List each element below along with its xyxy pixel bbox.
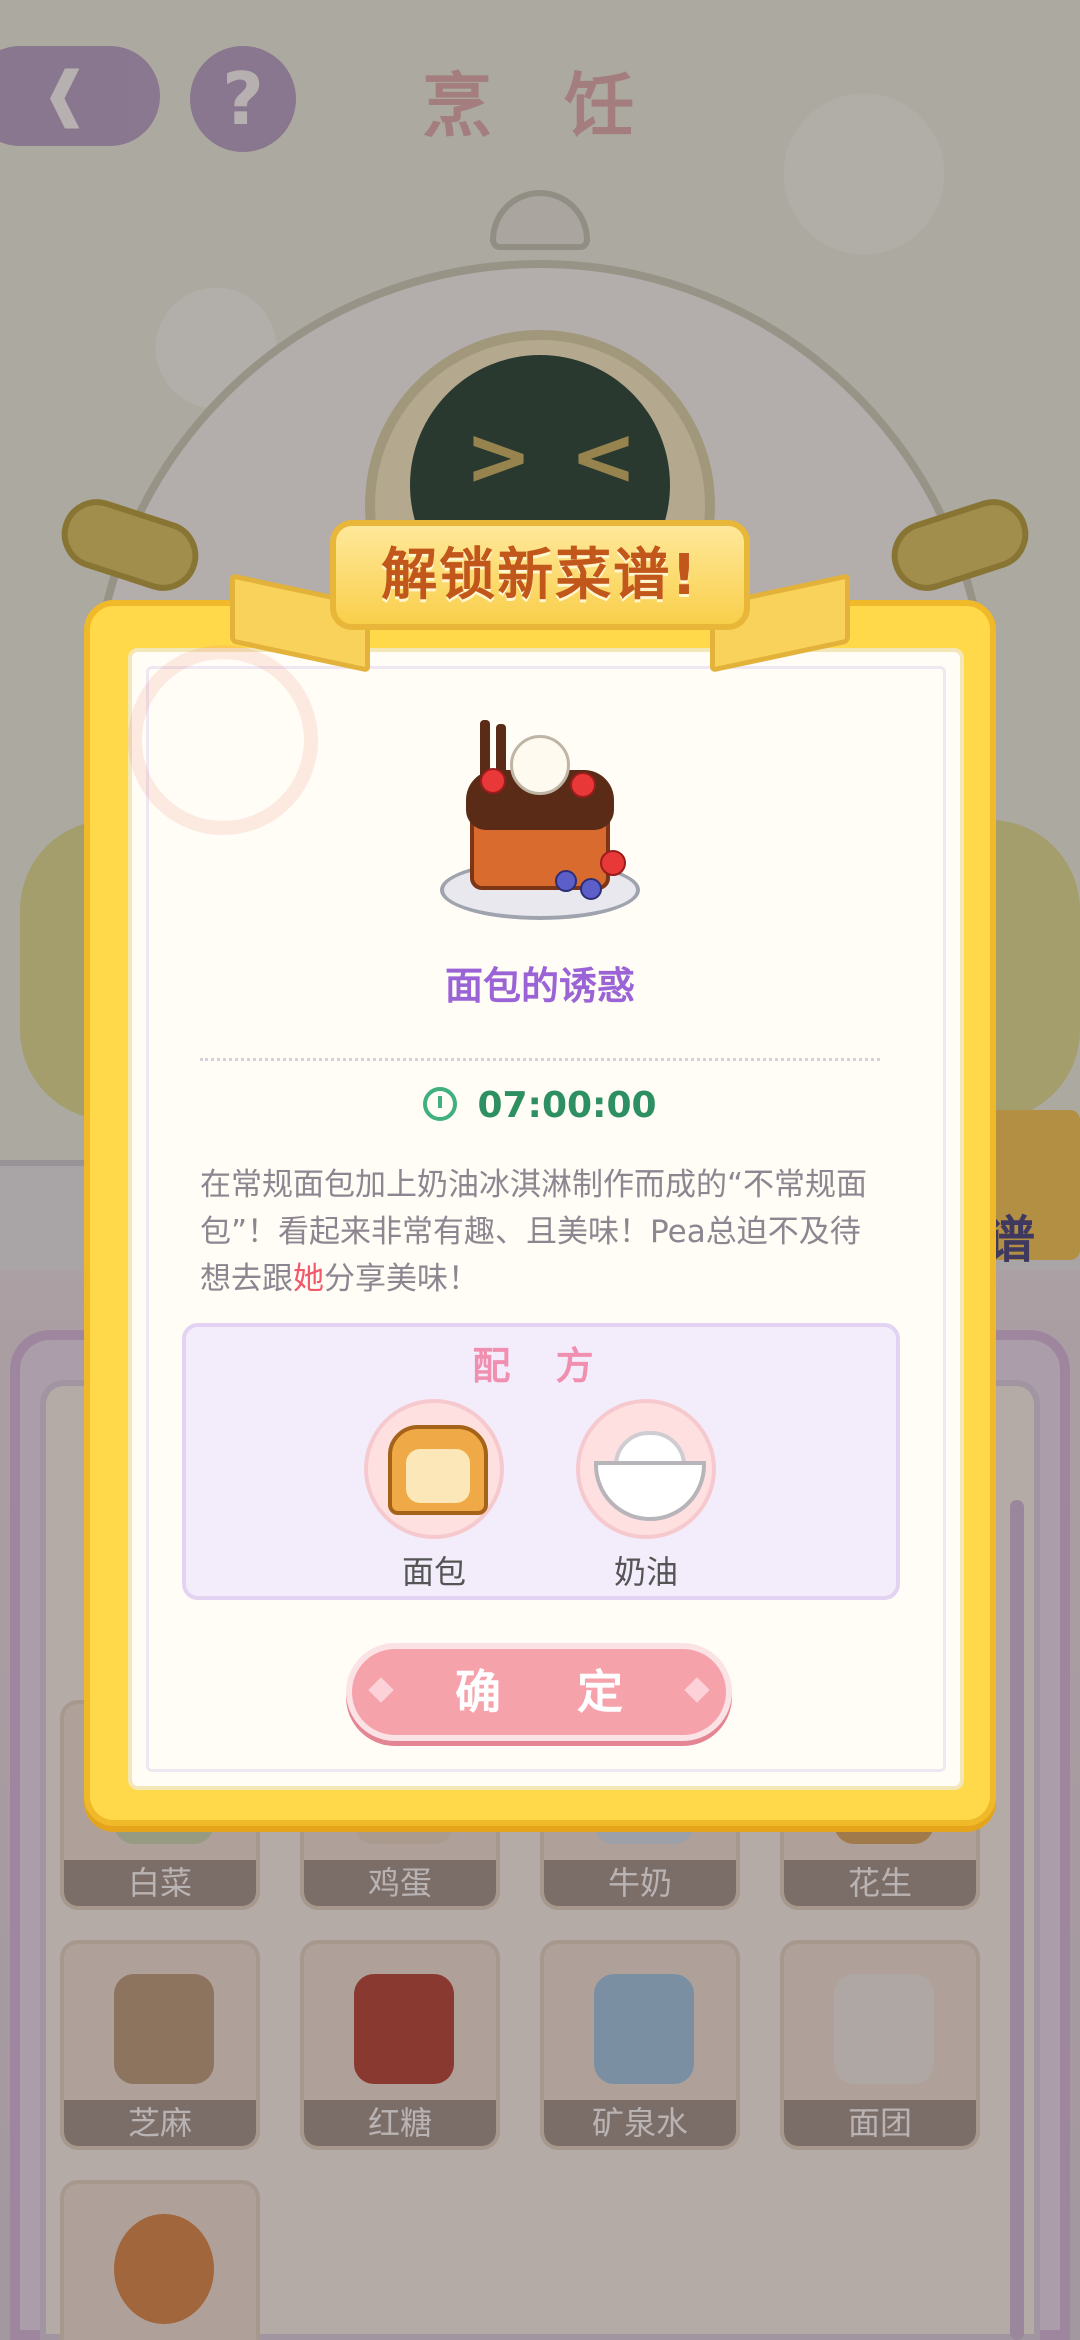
dish-cake-icon xyxy=(440,720,640,930)
cook-time-value: 07:00:00 xyxy=(477,1085,657,1126)
bowl-shape xyxy=(594,1461,706,1521)
unlock-banner: 解锁新菜谱! xyxy=(330,520,750,630)
ingredient-name: 奶油 xyxy=(613,1553,678,1591)
diamond-decor-icon xyxy=(368,1677,394,1703)
cook-time: 07:00:00 xyxy=(240,1085,840,1126)
clock-icon xyxy=(423,1087,458,1121)
divider xyxy=(200,1058,880,1061)
confirm-button[interactable]: 确 定 xyxy=(346,1643,732,1741)
recipe-title: 配 方 xyxy=(472,1344,610,1388)
ingredient-badge xyxy=(576,1399,716,1539)
strawberry xyxy=(570,772,596,798)
strawberry xyxy=(600,850,626,876)
ingredient-name: 面包 xyxy=(401,1553,466,1591)
recipe-ingredient-bread: 面包 xyxy=(364,1399,504,1591)
watermark-stamp-icon xyxy=(128,645,318,835)
ingredient-badge xyxy=(364,1399,504,1539)
description-text-end: 分享美味！ xyxy=(324,1261,479,1297)
confirm-button-label: 确 定 xyxy=(454,1665,653,1719)
diamond-decor-icon xyxy=(684,1677,710,1703)
recipe-ingredient-cream: 奶油 xyxy=(576,1399,716,1591)
banner-title: 解锁新菜谱! xyxy=(381,543,699,608)
dish-description: 在常规面包加上奶油冰淇淋制作而成的“不常规面包”！看起来非常有趣、且美味！Pea… xyxy=(200,1162,890,1303)
blueberry xyxy=(555,870,577,892)
description-highlight: 她 xyxy=(293,1261,324,1297)
recipe-box: 配 方 面包 奶油 xyxy=(182,1323,900,1600)
cream-scoop xyxy=(510,735,570,795)
dish-name: 面包的诱惑 xyxy=(444,964,635,1008)
strawberry xyxy=(480,768,506,794)
blueberry xyxy=(580,878,602,900)
bread-icon xyxy=(388,1425,488,1515)
